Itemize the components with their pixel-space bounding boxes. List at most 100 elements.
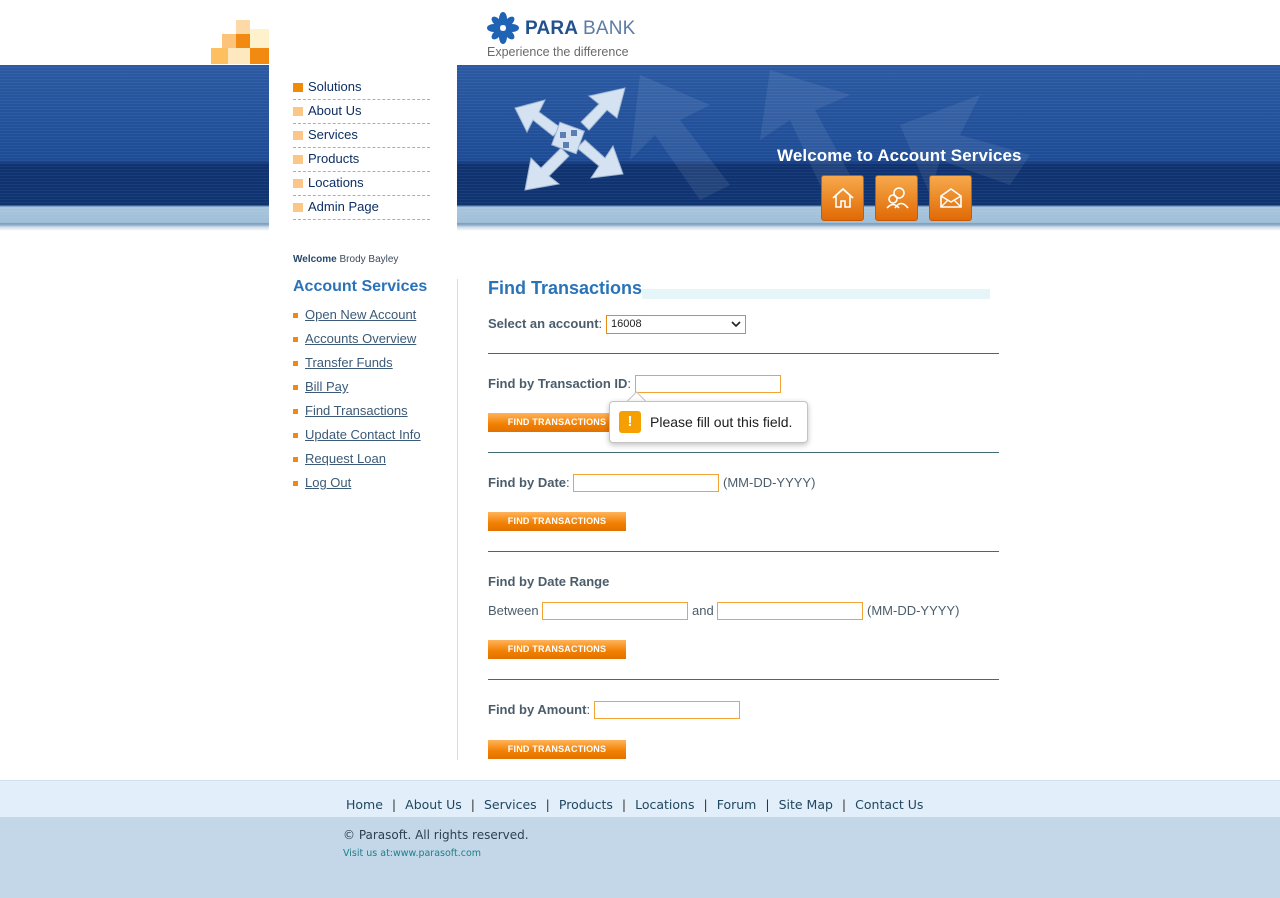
nav-bullet-icon — [293, 83, 303, 92]
link-accounts-overview[interactable]: Accounts Overview — [305, 331, 416, 346]
footer-separator: | — [621, 797, 627, 812]
footer-bottom — [0, 817, 1280, 898]
header-banner — [0, 65, 1280, 227]
footer-link-site-map[interactable]: Site Map — [779, 797, 833, 812]
menu-bullet-icon — [293, 337, 298, 342]
sidebar-title: Account Services — [293, 278, 428, 295]
brand-name: PARA BANK — [525, 18, 636, 40]
amount-input[interactable] — [594, 701, 740, 719]
nav-bullet-icon — [293, 107, 303, 116]
section-divider — [488, 452, 999, 453]
link-bill-pay[interactable]: Bill Pay — [305, 379, 348, 394]
nav-bullet-icon — [293, 131, 303, 140]
menu-bullet-icon — [293, 385, 298, 390]
range-from-input[interactable] — [542, 602, 688, 620]
account-select[interactable]: 16008 — [606, 315, 746, 334]
section-divider — [488, 679, 999, 680]
nav-label: Solutions — [308, 79, 362, 94]
label-colon: : — [598, 316, 603, 331]
find-by-amount-text: Find by Amount — [488, 702, 587, 717]
link-update-contact-info[interactable]: Update Contact Info — [305, 427, 421, 442]
find-by-range-button[interactable]: FIND TRANSACTIONS — [488, 640, 626, 659]
copyright-text: © Parasoft. All rights reserved. — [343, 828, 529, 842]
logo-squares-graphic — [211, 20, 269, 64]
find-by-range-text: Find by Date Range — [488, 574, 610, 589]
flower-logo-icon — [487, 12, 519, 44]
brand-name-part2: BANK — [583, 18, 636, 39]
home-button[interactable] — [821, 175, 864, 221]
between-label: Between — [488, 603, 539, 618]
find-by-id-label: Find by Transaction ID: — [488, 376, 631, 391]
footer-link-services[interactable]: Services — [484, 797, 537, 812]
link-log-out[interactable]: Log Out — [305, 475, 351, 490]
find-by-date-label: Find by Date: — [488, 475, 570, 490]
find-by-amount-button[interactable]: FIND TRANSACTIONS — [488, 740, 626, 759]
top-nav-panel: Solutions About Us Services Products Loc… — [269, 65, 457, 245]
footer-separator: | — [765, 797, 770, 812]
label-colon: : — [627, 376, 632, 391]
nav-item-services[interactable]: Services — [293, 125, 430, 148]
nav-label: About Us — [308, 103, 362, 118]
banner-shadow — [0, 223, 1280, 231]
find-by-id-button[interactable]: FIND TRANSACTIONS — [488, 413, 626, 432]
menu-bullet-icon — [293, 409, 298, 414]
nav-label: Locations — [308, 175, 364, 190]
find-by-date-text: Find by Date — [488, 475, 567, 490]
footer-nav: Home | About Us | Services | Products | Location… — [346, 797, 923, 812]
transaction-id-input[interactable] — [635, 375, 781, 393]
link-transfer-funds[interactable]: Transfer Funds — [305, 355, 393, 370]
user-name: Brody Bayley — [339, 254, 399, 265]
range-to-input[interactable] — [717, 602, 863, 620]
link-open-new-account[interactable]: Open New Account — [305, 307, 416, 322]
nav-item-products[interactable]: Products — [293, 149, 430, 172]
nav-bullet-icon — [293, 203, 303, 212]
label-colon: : — [586, 702, 591, 717]
warning-icon: ! — [619, 411, 641, 433]
footer-link-forum[interactable]: Forum — [717, 797, 757, 812]
link-find-transactions[interactable]: Find Transactions — [305, 403, 408, 418]
nav-item-solutions[interactable]: Solutions — [293, 77, 430, 100]
and-label: and — [692, 603, 714, 618]
footer-separator: | — [703, 797, 708, 812]
brand-name-part1: PARA — [525, 18, 578, 39]
menu-bullet-icon — [293, 481, 298, 486]
brand-tagline: Experience the difference — [487, 45, 629, 59]
welcome-label: Welcome — [293, 254, 337, 265]
nav-bullet-icon — [293, 179, 303, 188]
welcome-banner-title: Welcome to Account Services — [777, 146, 1022, 165]
footer-link-home[interactable]: Home — [346, 797, 383, 812]
nav-label: Admin Page — [308, 199, 379, 214]
menu-bullet-icon — [293, 457, 298, 462]
contact-button[interactable] — [875, 175, 918, 221]
footer-separator: | — [841, 797, 847, 812]
find-by-amount-label: Find by Amount: — [488, 702, 590, 717]
page-title: Find Transactions — [488, 278, 643, 298]
nav-label: Products — [308, 151, 360, 166]
footer-separator: | — [470, 797, 475, 812]
top-nav-list: Solutions About Us Services Products Loc… — [293, 77, 430, 221]
footer-separator: | — [391, 797, 397, 812]
nav-label: Services — [308, 127, 358, 142]
section-divider — [488, 551, 999, 552]
find-by-id-text: Find by Transaction ID — [488, 376, 628, 391]
footer-link-about-us[interactable]: About Us — [405, 797, 462, 812]
chevron-down-icon — [731, 321, 741, 328]
home-icon — [831, 187, 854, 208]
sidebar-divider — [457, 279, 458, 760]
date-input[interactable] — [573, 474, 719, 492]
footer-link-products[interactable]: Products — [559, 797, 613, 812]
footer-link-contact-us[interactable]: Contact Us — [855, 797, 923, 812]
contact-icon — [885, 187, 909, 209]
nav-item-about-us[interactable]: About Us — [293, 101, 430, 124]
nav-item-locations[interactable]: Locations — [293, 173, 430, 196]
find-by-date-button[interactable]: FIND TRANSACTIONS — [488, 512, 626, 531]
validation-tooltip: ! Please fill out this field. — [609, 401, 808, 443]
visit-link[interactable]: Visit us at:www.parasoft.com — [343, 848, 481, 859]
link-request-loan[interactable]: Request Loan — [305, 451, 386, 466]
mail-button[interactable] — [929, 175, 972, 221]
nav-item-admin-page[interactable]: Admin Page — [293, 197, 430, 220]
label-colon: : — [566, 475, 570, 490]
find-by-range-label: Find by Date Range — [488, 574, 609, 589]
footer-link-locations[interactable]: Locations — [635, 797, 694, 812]
parabank-logo[interactable]: PARA BANK Experience the difference — [487, 12, 657, 62]
